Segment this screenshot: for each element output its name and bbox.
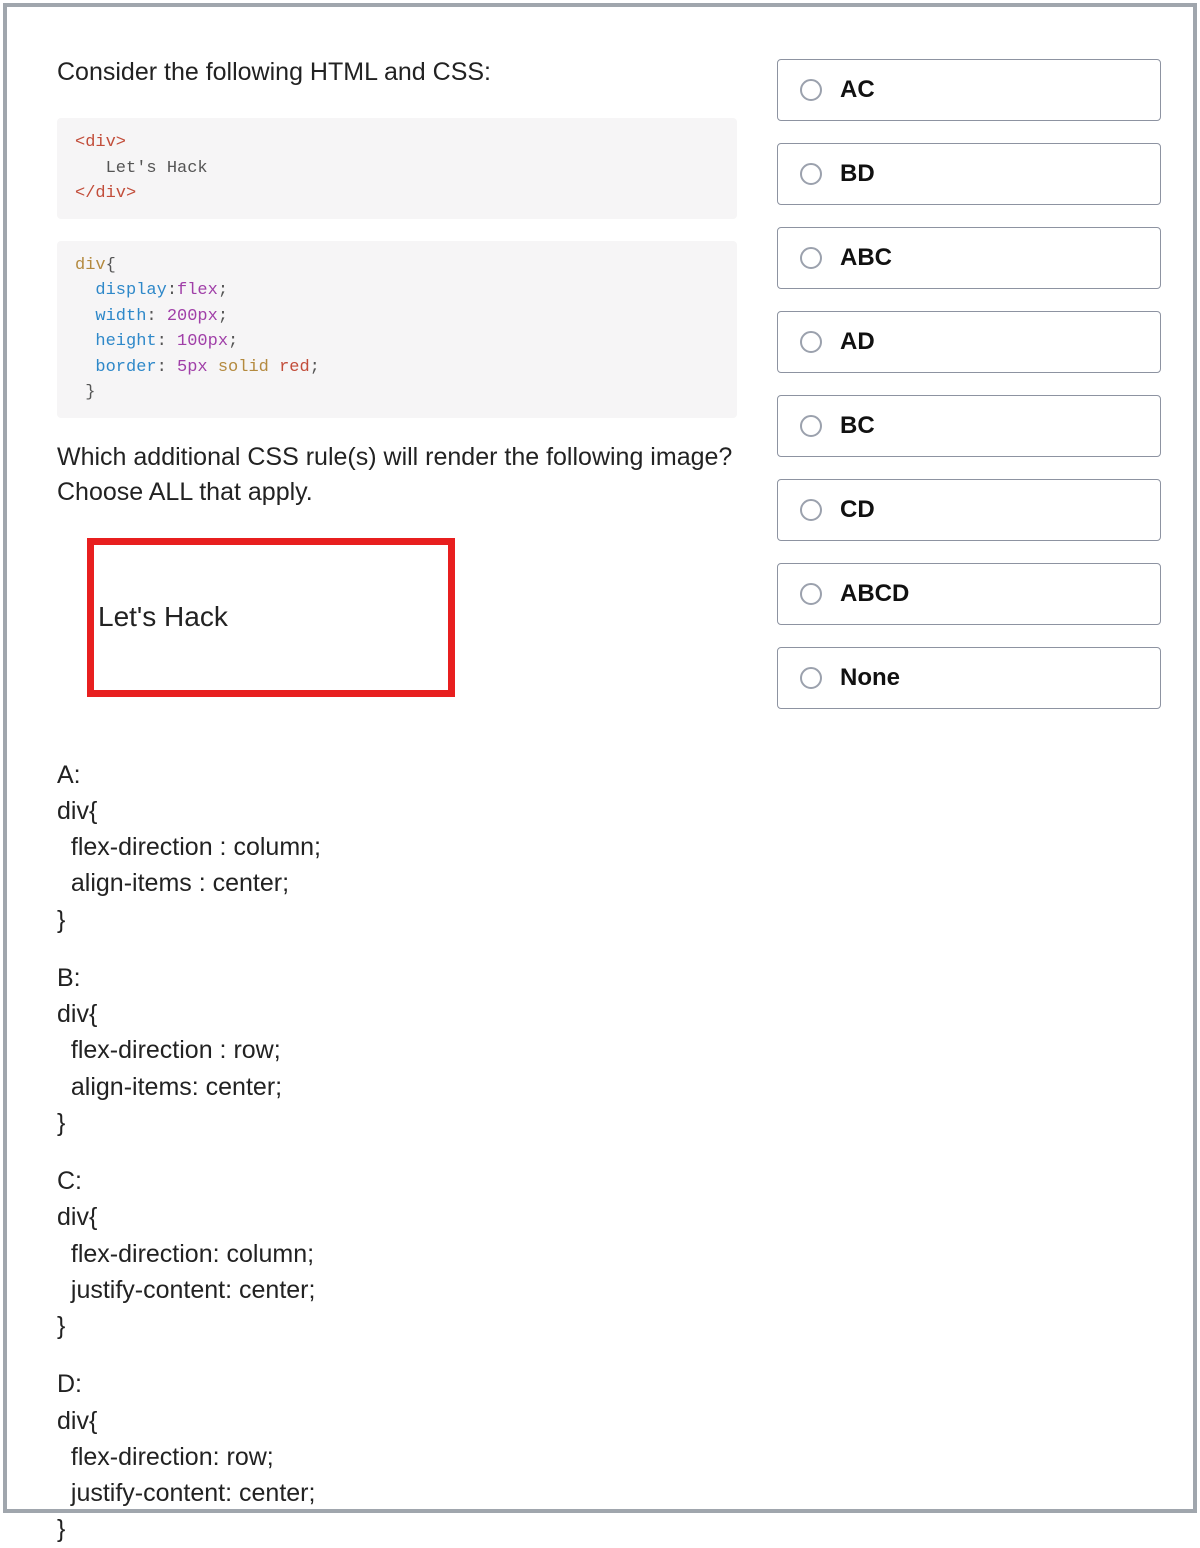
choice-ad[interactable]: AD: [777, 311, 1161, 373]
brace-close: }: [75, 383, 95, 402]
option-a: A: div{ flex-direction : column; align-i…: [57, 757, 737, 938]
choice-label: BC: [840, 412, 875, 440]
radio-icon: [800, 79, 822, 101]
choice-label: None: [840, 664, 900, 692]
code-css-block: div{ display:flex; width: 200px; height:…: [57, 241, 737, 418]
html-open-tag: <div>: [75, 133, 126, 152]
option-b: B: div{ flex-direction : row; align-item…: [57, 960, 737, 1141]
quiz-frame: Consider the following HTML and CSS: <di…: [3, 3, 1197, 1513]
css-val-height: 100px: [177, 332, 228, 351]
radio-icon: [800, 415, 822, 437]
choice-abcd[interactable]: ABCD: [777, 563, 1161, 625]
choice-bd[interactable]: BD: [777, 143, 1161, 205]
css-prop-width: width: [95, 307, 146, 326]
choice-bc[interactable]: BC: [777, 395, 1161, 457]
choice-label: BD: [840, 160, 875, 188]
css-val-border-size: 5px: [177, 358, 208, 377]
radio-icon: [800, 331, 822, 353]
code-html-block: <div> Let's Hack </div>: [57, 118, 737, 219]
question-intro: Consider the following HTML and CSS:: [57, 55, 737, 90]
choice-ac[interactable]: AC: [777, 59, 1161, 121]
choice-label: ABC: [840, 244, 892, 272]
css-val-border-color: red: [279, 358, 310, 377]
radio-icon: [800, 499, 822, 521]
rendered-text: Let's Hack: [98, 601, 228, 633]
choice-abc[interactable]: ABC: [777, 227, 1161, 289]
radio-icon: [800, 667, 822, 689]
choice-label: ABCD: [840, 580, 909, 608]
choice-cd[interactable]: CD: [777, 479, 1161, 541]
html-text: Let's Hack: [75, 159, 208, 178]
option-d: D: div{ flex-direction: row; justify-con…: [57, 1366, 737, 1547]
choice-label: AD: [840, 328, 875, 356]
question-column: Consider the following HTML and CSS: <di…: [57, 55, 777, 1469]
brace-open: {: [106, 256, 116, 275]
css-selector: div: [75, 256, 106, 275]
css-val-display: flex: [177, 281, 218, 300]
answers-column: AC BD ABC AD BC CD ABCD None: [777, 55, 1161, 1469]
css-val-border-style: solid: [218, 358, 269, 377]
html-close-tag: </div>: [75, 184, 136, 203]
radio-icon: [800, 247, 822, 269]
question-followup: Which additional CSS rule(s) will render…: [57, 440, 737, 510]
radio-icon: [800, 583, 822, 605]
css-prop-border: border: [95, 358, 156, 377]
css-prop-height: height: [95, 332, 156, 351]
rendered-output-box: Let's Hack: [87, 538, 455, 697]
option-c: C: div{ flex-direction: column; justify-…: [57, 1163, 737, 1344]
radio-icon: [800, 163, 822, 185]
choice-label: CD: [840, 496, 875, 524]
choice-none[interactable]: None: [777, 647, 1161, 709]
css-prop-display: display: [95, 281, 166, 300]
css-val-width: 200px: [167, 307, 218, 326]
choice-label: AC: [840, 76, 875, 104]
